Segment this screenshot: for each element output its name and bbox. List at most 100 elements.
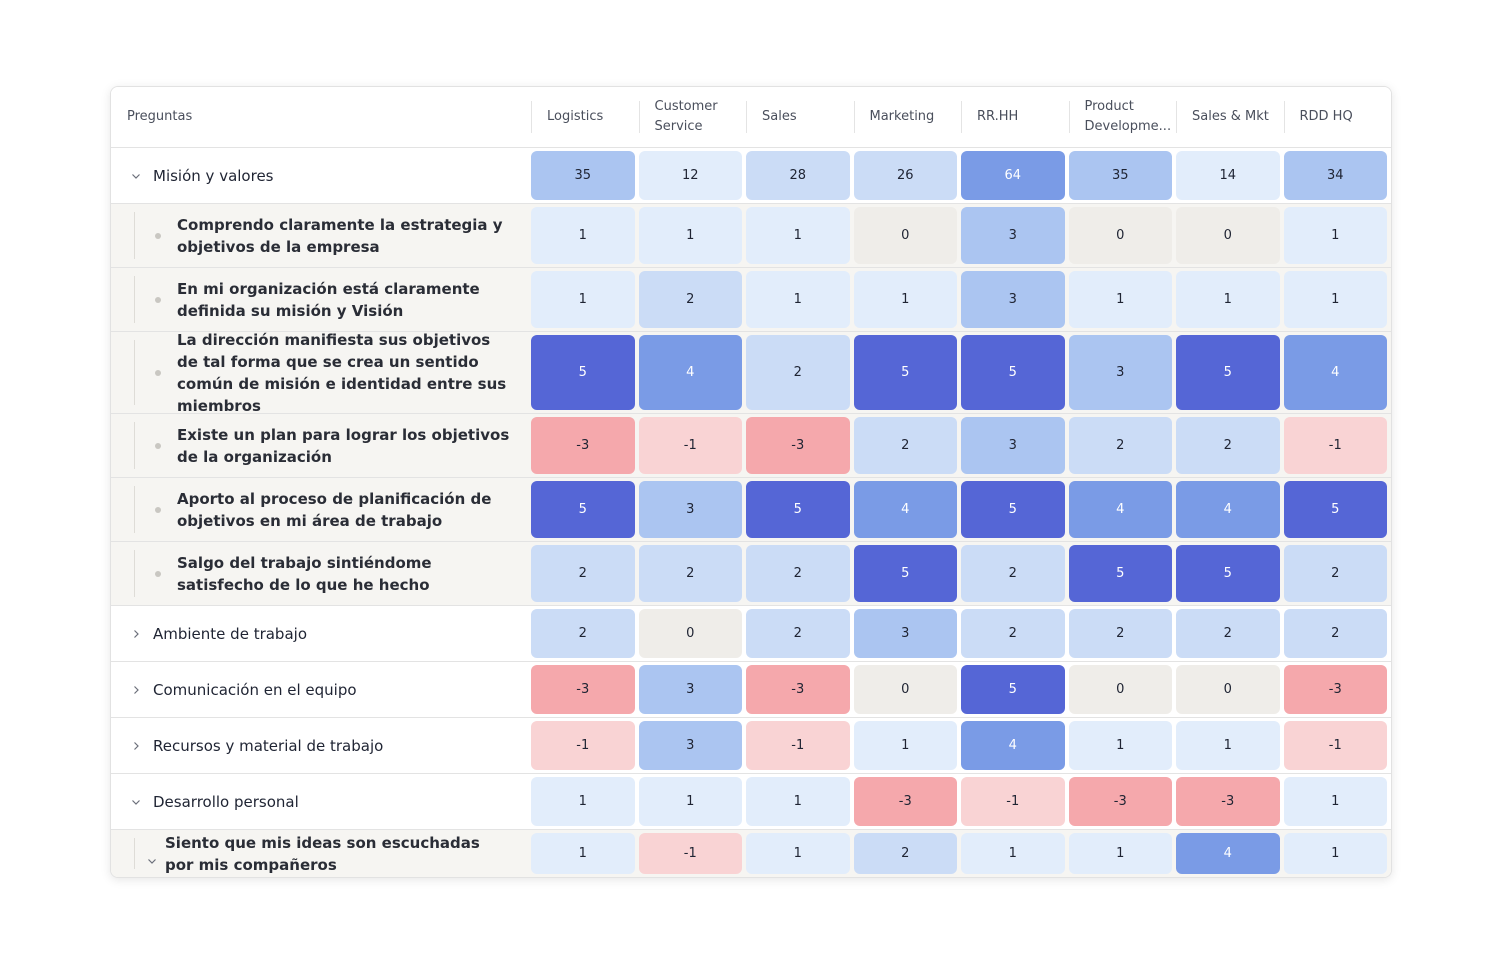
column-header[interactable]: Product Developme... (1068, 87, 1177, 147)
chevron-down-icon[interactable] (129, 169, 143, 183)
heatmap-cell[interactable]: 5 (1176, 335, 1280, 410)
heatmap-cell[interactable]: 4 (961, 721, 1065, 770)
heatmap-cell[interactable]: 4 (638, 335, 742, 410)
heatmap-cell[interactable]: 2 (638, 545, 742, 602)
heatmap-cell[interactable]: 0 (853, 207, 957, 264)
chevron-down-icon[interactable] (129, 795, 143, 809)
heatmap-cell[interactable]: 5 (853, 545, 957, 602)
heatmap-cell[interactable]: 5 (853, 335, 957, 410)
group-row[interactable]: Ambiente de trabajo 2 0 2 3 2 2 2 2 (111, 606, 1391, 662)
heatmap-cell[interactable]: 0 (853, 665, 957, 714)
heatmap-cell[interactable]: 0 (1068, 665, 1172, 714)
heatmap-cell[interactable]: 1 (1283, 777, 1387, 826)
heatmap-cell[interactable]: 2 (961, 545, 1065, 602)
heatmap-cell[interactable]: 2 (1283, 545, 1387, 602)
column-header[interactable]: RR.HH (961, 87, 1069, 147)
heatmap-cell[interactable]: -1 (638, 417, 742, 474)
heatmap-cell[interactable]: -1 (1283, 417, 1387, 474)
heatmap-cell[interactable]: 3 (961, 207, 1065, 264)
heatmap-cell[interactable]: 1 (746, 271, 850, 328)
heatmap-cell[interactable]: 4 (1283, 335, 1387, 410)
heatmap-cell[interactable]: 64 (961, 151, 1065, 200)
heatmap-cell[interactable]: 5 (961, 481, 1065, 538)
heatmap-cell[interactable]: 2 (1176, 609, 1280, 658)
chevron-right-icon[interactable] (129, 627, 143, 641)
heatmap-cell[interactable]: 0 (1176, 665, 1280, 714)
column-header[interactable]: RDD HQ (1283, 87, 1392, 147)
heatmap-cell[interactable]: -3 (1176, 777, 1280, 826)
heatmap-cell[interactable]: 12 (638, 151, 742, 200)
heatmap-cell[interactable]: -1 (746, 721, 850, 770)
heatmap-cell[interactable]: 4 (1176, 481, 1280, 538)
group-row[interactable]: Recursos y material de trabajo -1 3 -1 1 4 1 1-… (111, 718, 1391, 774)
heatmap-cell[interactable]: -1 (531, 721, 635, 770)
heatmap-cell[interactable]: 34 (1283, 151, 1387, 200)
heatmap-cell[interactable]: 3 (638, 665, 742, 714)
heatmap-cell[interactable]: 35 (531, 151, 635, 200)
heatmap-cell[interactable]: 3 (638, 721, 742, 770)
heatmap-cell[interactable]: -3 (746, 665, 850, 714)
heatmap-cell[interactable]: 2 (961, 609, 1065, 658)
heatmap-cell[interactable]: 1 (1068, 271, 1172, 328)
heatmap-cell[interactable]: 1 (531, 207, 635, 264)
heatmap-cell[interactable]: 1 (531, 833, 635, 874)
heatmap-cell[interactable]: 2 (531, 545, 635, 602)
heatmap-cell[interactable]: 1 (746, 207, 850, 264)
heatmap-cell[interactable]: 0 (1176, 207, 1280, 264)
heatmap-cell[interactable]: 4 (853, 481, 957, 538)
column-header[interactable]: Logistics (531, 87, 639, 147)
heatmap-cell[interactable]: 1 (961, 833, 1065, 874)
heatmap-cell[interactable]: 1 (1283, 833, 1387, 874)
heatmap-cell[interactable]: 1 (1176, 271, 1280, 328)
heatmap-cell[interactable]: 2 (1176, 417, 1280, 474)
heatmap-cell[interactable]: 2 (746, 609, 850, 658)
heatmap-cell[interactable]: 1 (638, 207, 742, 264)
heatmap-cell[interactable]: 1 (1068, 833, 1172, 874)
heatmap-cell[interactable]: 2 (1068, 609, 1172, 658)
heatmap-cell[interactable]: -3 (746, 417, 850, 474)
heatmap-cell[interactable]: 5 (531, 335, 635, 410)
heatmap-cell[interactable]: 5 (531, 481, 635, 538)
heatmap-cell[interactable]: 3 (1068, 335, 1172, 410)
column-header[interactable]: Marketing (853, 87, 962, 147)
chevron-right-icon[interactable] (129, 739, 143, 753)
heatmap-cell[interactable]: 14 (1176, 151, 1280, 200)
column-header-preguntas[interactable]: Preguntas (111, 87, 531, 147)
heatmap-cell[interactable]: 2 (853, 417, 957, 474)
group-row[interactable]: Misión y valores 35 12 28 26 64 35 14 34 (111, 148, 1391, 204)
heatmap-cell[interactable]: 2 (746, 545, 850, 602)
heatmap-cell[interactable]: 1 (1176, 721, 1280, 770)
heatmap-cell[interactable]: 3 (638, 481, 742, 538)
heatmap-cell[interactable]: 1 (746, 833, 850, 874)
heatmap-cell[interactable]: 35 (1068, 151, 1172, 200)
heatmap-cell[interactable]: 2 (531, 609, 635, 658)
heatmap-cell[interactable]: 1 (853, 271, 957, 328)
heatmap-cell[interactable]: 5 (1283, 481, 1387, 538)
heatmap-cell[interactable]: 5 (1176, 545, 1280, 602)
heatmap-cell[interactable]: 1 (1283, 207, 1387, 264)
heatmap-cell[interactable]: 0 (1068, 207, 1172, 264)
heatmap-cell[interactable]: -3 (531, 417, 635, 474)
heatmap-cell[interactable]: -1 (961, 777, 1065, 826)
heatmap-cell[interactable]: 1 (746, 777, 850, 826)
heatmap-cell[interactable]: 3 (961, 417, 1065, 474)
heatmap-cell[interactable]: 2 (1068, 417, 1172, 474)
heatmap-cell[interactable]: 5 (1068, 545, 1172, 602)
heatmap-cell[interactable]: 0 (638, 609, 742, 658)
group-row[interactable]: Comunicación en el equipo -3 3 -3 0 5 0 0 -3 (111, 662, 1391, 718)
heatmap-cell[interactable]: 1 (531, 271, 635, 328)
heatmap-cell[interactable]: -3 (531, 665, 635, 714)
group-row[interactable]: Desarrollo personal 1 1 1 -3 -1 -3 -3 1 (111, 774, 1391, 830)
chevron-down-icon[interactable] (145, 854, 159, 868)
heatmap-cell[interactable]: 1 (1068, 721, 1172, 770)
heatmap-cell[interactable]: -3 (853, 777, 957, 826)
heatmap-cell[interactable]: 4 (1068, 481, 1172, 538)
heatmap-cell[interactable]: -1 (1283, 721, 1387, 770)
heatmap-cell[interactable]: 5 (961, 665, 1065, 714)
column-header[interactable]: Sales & Mkt (1176, 87, 1284, 147)
heatmap-cell[interactable]: 5 (961, 335, 1065, 410)
heatmap-cell[interactable]: 2 (746, 335, 850, 410)
column-header[interactable]: Sales (746, 87, 854, 147)
heatmap-cell[interactable]: 28 (746, 151, 850, 200)
heatmap-cell[interactable]: 3 (853, 609, 957, 658)
